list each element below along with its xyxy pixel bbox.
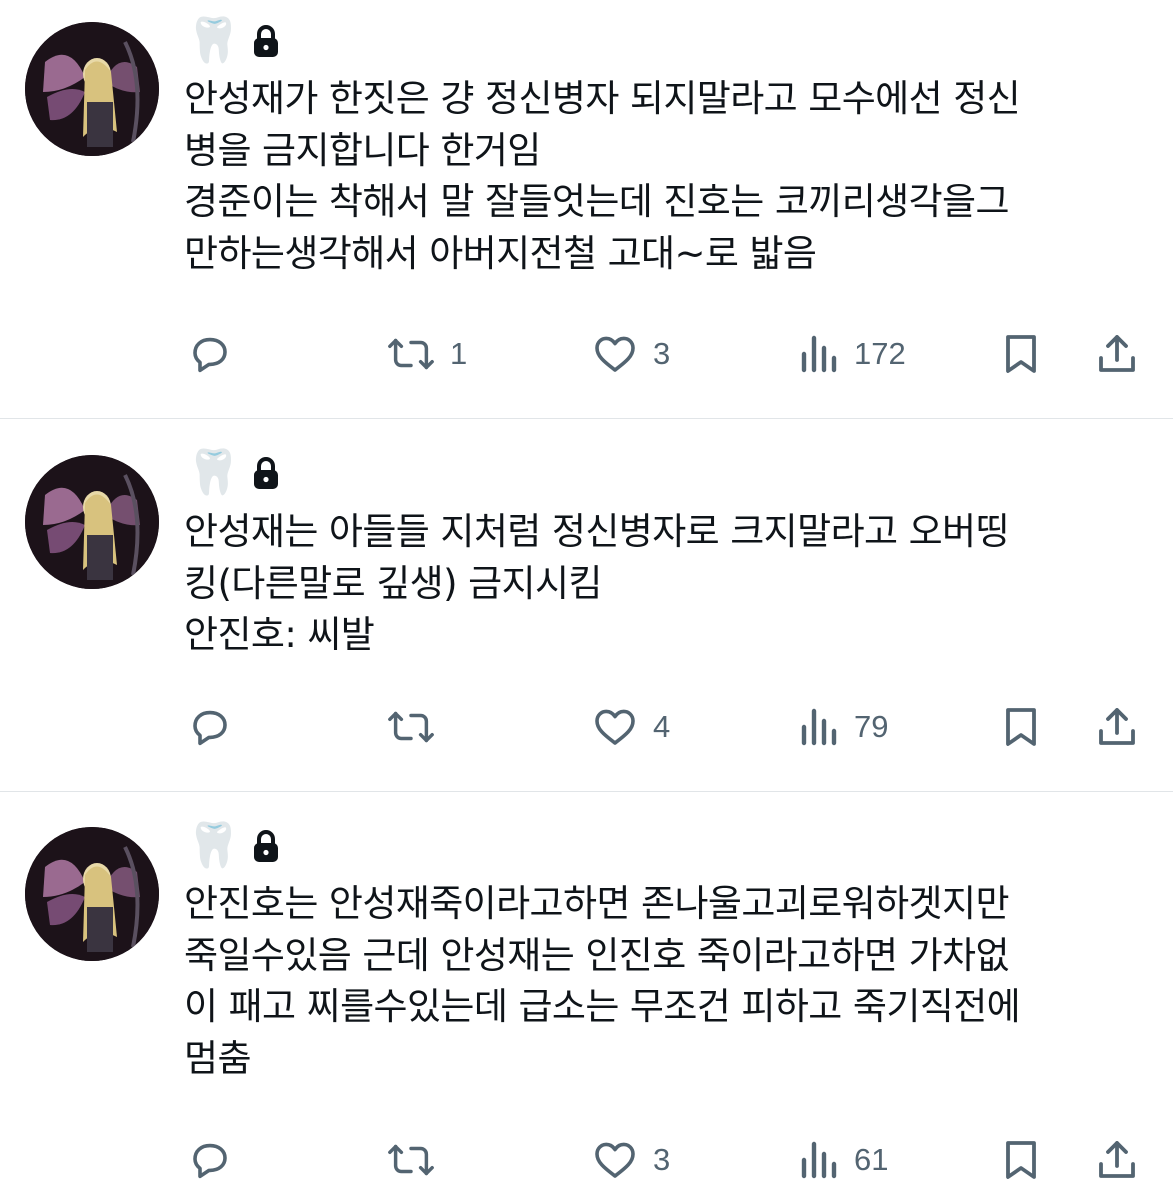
bookmark-button[interactable] [998,701,1044,753]
post-text: 안성재는 아들들 지처럼 정신병자로 크지말라고 오버띵 킹(다른말로 깊생) … [184,510,1010,656]
avatar-image [25,827,159,961]
reply-button[interactable] [186,701,248,753]
avatar[interactable] [25,827,159,961]
post[interactable]: 🦷 안성재가 한짓은 걍 정신병자 되지말라고 모수에선 정신 병을 금지합니다… [0,0,1173,418]
repost-button[interactable] [386,701,450,753]
view-count: 172 [854,336,906,371]
views-button[interactable]: 61 [798,1134,888,1186]
avatar-image [25,22,159,156]
views-button[interactable]: 172 [798,328,906,380]
avatar[interactable] [25,22,159,156]
lock-icon [253,25,278,57]
bar-chart-icon [801,335,837,373]
author-row: 🦷 [186,13,281,69]
share-button[interactable] [1094,328,1140,380]
view-count: 61 [854,1142,889,1177]
display-name[interactable]: 🦷 [186,818,241,874]
repost-button[interactable]: 1 [386,328,467,380]
like-count: 3 [653,336,671,371]
avatar[interactable] [25,455,159,589]
share-button[interactable] [1094,701,1140,753]
reply-button[interactable] [186,1134,248,1186]
speech-bubble-icon [193,337,227,373]
repost-arrows-icon [388,338,434,370]
bookmark-icon [1006,1141,1036,1179]
display-name[interactable]: 🦷 [186,13,241,69]
bar-chart-icon [801,708,837,746]
bookmark-icon [1006,708,1036,746]
bookmark-icon [1006,335,1036,373]
author-row: 🦷 [186,818,281,874]
heart-icon [595,336,635,372]
view-count: 79 [854,709,889,744]
share-upload-icon [1099,335,1135,372]
views-button[interactable]: 79 [798,701,888,753]
avatar-image [25,455,159,589]
like-button[interactable]: 3 [591,328,670,380]
lock-icon [253,830,278,862]
post[interactable]: 🦷 안진호는 안성재죽이라고하면 존나울고괴로워하겟지만 죽일수있음 근데 안성… [0,792,1173,1200]
like-count: 4 [653,709,671,744]
share-button[interactable] [1094,1134,1140,1186]
repost-arrows-icon [388,711,434,743]
heart-icon [595,709,635,745]
like-count: 3 [653,1142,671,1177]
bar-chart-icon [801,1141,837,1179]
repost-count: 1 [450,336,468,371]
action-bar: 4 79 [0,701,1173,753]
speech-bubble-icon [193,710,227,746]
like-button[interactable]: 3 [591,1134,670,1186]
bookmark-button[interactable] [998,328,1044,380]
display-name[interactable]: 🦷 [186,445,241,501]
bookmark-button[interactable] [998,1134,1044,1186]
share-upload-icon [1099,708,1135,745]
action-bar: 3 61 [0,1134,1173,1186]
share-upload-icon [1099,1141,1135,1178]
speech-bubble-icon [193,1143,227,1179]
reply-button[interactable] [186,328,248,380]
post[interactable]: 🦷 안성재는 아들들 지처럼 정신병자로 크지말라고 오버띵 킹(다른말로 깊생… [0,419,1173,791]
repost-button[interactable] [386,1134,450,1186]
post-text: 안성재가 한짓은 걍 정신병자 되지말라고 모수에선 정신 병을 금지합니다 한… [184,77,1021,275]
author-row: 🦷 [186,445,281,501]
repost-arrows-icon [388,1144,434,1176]
lock-icon [253,457,278,489]
action-bar: 1 3 172 [0,328,1173,380]
heart-icon [595,1142,635,1178]
post-text: 안진호는 안성재죽이라고하면 존나울고괴로워하겟지만 죽일수있음 근데 안성재는… [184,882,1021,1080]
like-button[interactable]: 4 [591,701,670,753]
